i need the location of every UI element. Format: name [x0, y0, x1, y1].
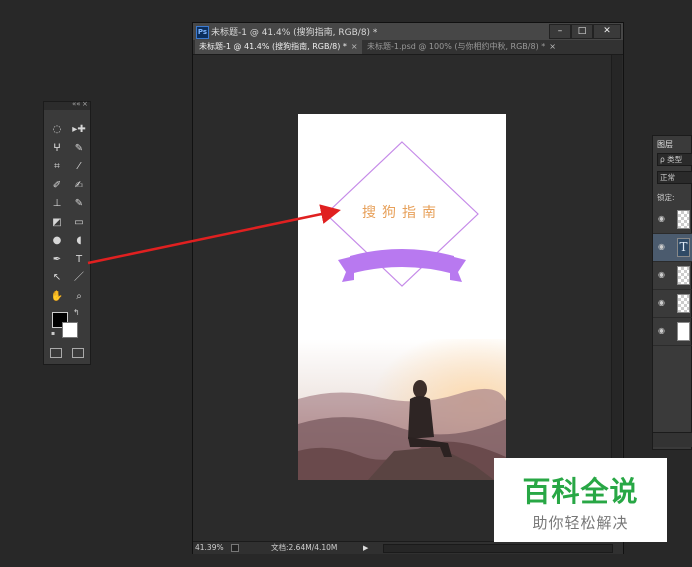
visibility-eye-icon[interactable]: ◉ [658, 242, 665, 251]
tools-panel: «« × ↰ ▪ ◌ ▸✚ ⵖ ✎ ⌗ ⁄ ✐ ✍ ⊥ ✎ ◩ ▭ ● ◖ ✒ T ↖ ／ ✋ ⌕ [43, 100, 91, 365]
minimize-button[interactable]: – [549, 24, 571, 39]
visibility-eye-icon[interactable]: ◉ [658, 270, 665, 279]
zoom-level[interactable]: 41.39% [195, 542, 224, 554]
line-tool[interactable]: ／ [70, 270, 88, 286]
type-tool[interactable]: T [70, 252, 88, 268]
visibility-eye-icon[interactable]: ◉ [658, 326, 665, 335]
document-tab-bar: 未标题-1 @ 41.4% (搜狗指南, RGB/8) * × 未标题-1.psd… [193, 40, 623, 55]
layer-row[interactable]: ◉ [653, 262, 692, 290]
document-size: 文档:2.64M/4.10M [271, 543, 338, 552]
clone-stamp-tool[interactable]: ⊥ [48, 196, 66, 212]
eyedropper-tool[interactable]: ⁄ [70, 159, 88, 175]
watermark-logo: 百科全说 助你轻松解决 [494, 458, 667, 542]
status-menu-arrow-icon[interactable]: ▶ [363, 542, 368, 554]
move-tool[interactable]: ▸✚ [70, 122, 88, 138]
blend-mode-select[interactable]: 正常 [657, 171, 692, 184]
layer-row[interactable]: ◉ T [653, 234, 692, 262]
layer-row[interactable]: ◉ [653, 290, 692, 318]
window-title: 未标题-1 @ 41.4% (搜狗指南, RGB/8) * [211, 28, 378, 38]
brush-tool[interactable]: ✍ [70, 178, 88, 194]
logo-text: 搜狗指南 [362, 205, 442, 221]
background-color-swatch[interactable] [62, 322, 78, 338]
layer-row[interactable]: ◉ [653, 318, 692, 346]
lock-label: 锁定: [657, 193, 675, 202]
collapse-icon[interactable]: «« [72, 100, 81, 108]
quick-mask-button[interactable] [50, 348, 62, 358]
layer-thumbnail [677, 210, 690, 229]
title-bar[interactable]: Ps 未标题-1 @ 41.4% (搜狗指南, RGB/8) * – □ ✕ [193, 23, 623, 41]
hand-tool[interactable]: ✋ [48, 289, 66, 305]
status-bar: 41.39% 文档:2.64M/4.10M ▶ [193, 541, 623, 554]
marquee-tool[interactable]: ◌ [48, 122, 66, 138]
status-info-icon[interactable] [231, 544, 239, 552]
layer-thumbnail [677, 294, 690, 313]
path-select-tool[interactable]: ↖ [48, 270, 66, 286]
default-colors-icon[interactable]: ▪ [51, 330, 57, 337]
blur-tool[interactable]: ● [48, 233, 66, 249]
text-layer-thumbnail: T [677, 238, 690, 257]
visibility-eye-icon[interactable]: ◉ [658, 298, 665, 307]
close-button[interactable]: ✕ [593, 24, 621, 39]
layers-panel: 图层 ρ 类型 正常 锁定: ◉ ◉ T ◉ ◉ ◉ [652, 135, 692, 450]
lasso-tool[interactable]: ⵖ [48, 141, 66, 157]
healing-brush-tool[interactable]: ✐ [48, 178, 66, 194]
eraser-tool[interactable]: ◩ [48, 215, 66, 231]
landscape-photo [298, 339, 506, 480]
pen-tool[interactable]: ✒ [48, 252, 66, 268]
horizontal-scrollbar[interactable] [383, 544, 613, 553]
tab-close-icon[interactable]: × [351, 42, 358, 51]
background-layer-thumbnail [677, 322, 690, 341]
layer-row[interactable]: ◉ [653, 206, 692, 234]
crop-tool[interactable]: ⌗ [48, 159, 66, 175]
layers-tab[interactable]: 图层 [657, 139, 673, 150]
visibility-eye-icon[interactable]: ◉ [658, 214, 665, 223]
document-canvas[interactable]: 搜狗指南 [298, 114, 506, 480]
layer-thumbnail [677, 266, 690, 285]
logo-graphic [298, 141, 506, 480]
tab-label: 未标题-1 @ 41.4% (搜狗指南, RGB/8) * [199, 42, 347, 51]
tab-document-2[interactable]: 未标题-1.psd @ 100% (与你相约中秋, RGB/8) * × [363, 40, 560, 54]
tab-label: 未标题-1.psd @ 100% (与你相约中秋, RGB/8) * [367, 42, 546, 51]
zoom-tool[interactable]: ⌕ [70, 289, 88, 305]
photoshop-icon: Ps [196, 26, 209, 39]
tab-close-icon[interactable]: × [549, 42, 556, 51]
dodge-tool[interactable]: ◖ [70, 233, 88, 249]
layers-panel-footer [653, 432, 692, 447]
watermark-title: 百科全说 [522, 475, 639, 508]
tools-panel-header[interactable]: «« × [44, 100, 90, 110]
tab-document-1[interactable]: 未标题-1 @ 41.4% (搜狗指南, RGB/8) * × [195, 40, 362, 54]
screen-mode-button[interactable] [72, 348, 84, 358]
history-brush-tool[interactable]: ✎ [70, 196, 88, 212]
logo-ribbon [338, 249, 466, 282]
gradient-tool[interactable]: ▭ [70, 215, 88, 231]
maximize-button[interactable]: □ [571, 24, 593, 39]
quick-select-tool[interactable]: ✎ [70, 141, 88, 157]
layer-filter-select[interactable]: ρ 类型 [657, 153, 692, 166]
swap-colors-icon[interactable]: ↰ [73, 308, 80, 317]
watermark-subtitle: 助你轻松解决 [532, 514, 629, 532]
panel-close-icon[interactable]: × [82, 100, 88, 108]
